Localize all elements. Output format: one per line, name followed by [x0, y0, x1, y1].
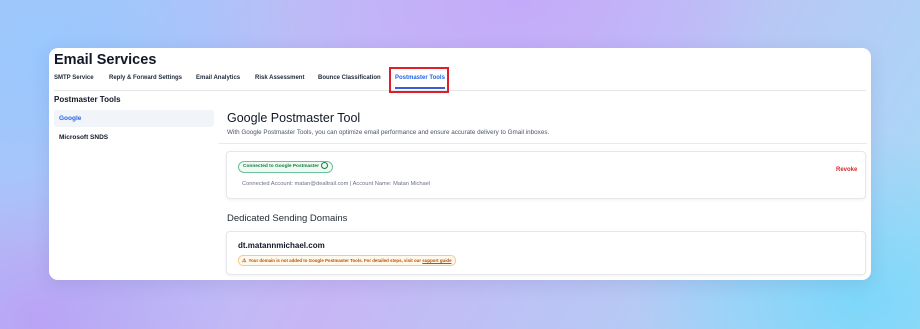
main-title: Google Postmaster Tool [227, 111, 361, 125]
tab-smtp-service[interactable]: SMTP Service [54, 75, 94, 81]
tab-bar: SMTP Service Reply & Forward Settings Em… [54, 75, 866, 91]
connected-account-info: Connected Account: matan@dealtrail.com |… [242, 181, 431, 187]
tab-highlight-box [389, 67, 449, 93]
domain-card: dt.matannmichael.com ⚠ Your domain is not… [226, 231, 866, 275]
connected-badge: Connected to Google Postmaster [238, 161, 333, 173]
sidebar-title: Postmaster Tools [54, 95, 121, 104]
warning-text: Your domain is not added to Google Postm… [248, 258, 422, 263]
page-title: Email Services [54, 52, 157, 68]
sidebar-item-microsoft-snds[interactable]: Microsoft SNDS [54, 129, 214, 146]
domain-warning-badge: ⚠ Your domain is not added to Google Post… [238, 255, 456, 266]
dedicated-domains-title: Dedicated Sending Domains [227, 213, 348, 224]
support-guide-link[interactable]: support guide [422, 258, 451, 263]
connection-card: Connected to Google Postmaster Connected… [226, 151, 866, 199]
warning-triangle-icon: ⚠ [242, 258, 247, 264]
domain-name: dt.matannmichael.com [238, 241, 325, 250]
tab-risk-assessment[interactable]: Risk Assessment [255, 75, 304, 81]
check-circle-icon [320, 161, 328, 169]
tab-bounce-classification[interactable]: Bounce Classification [318, 75, 381, 81]
email-services-window: Email Services SMTP Service Reply & Forw… [49, 48, 871, 280]
main-description: With Google Postmaster Tools, you can op… [227, 129, 550, 136]
tab-reply-forward-settings[interactable]: Reply & Forward Settings [109, 75, 182, 81]
connected-badge-label: Connected to Google Postmaster [243, 164, 319, 169]
sidebar-item-google[interactable]: Google [54, 110, 214, 127]
tab-email-analytics[interactable]: Email Analytics [196, 75, 240, 81]
main-header: Google Postmaster Tool With Google Postm… [219, 105, 867, 144]
revoke-button[interactable]: Revoke [836, 167, 857, 173]
